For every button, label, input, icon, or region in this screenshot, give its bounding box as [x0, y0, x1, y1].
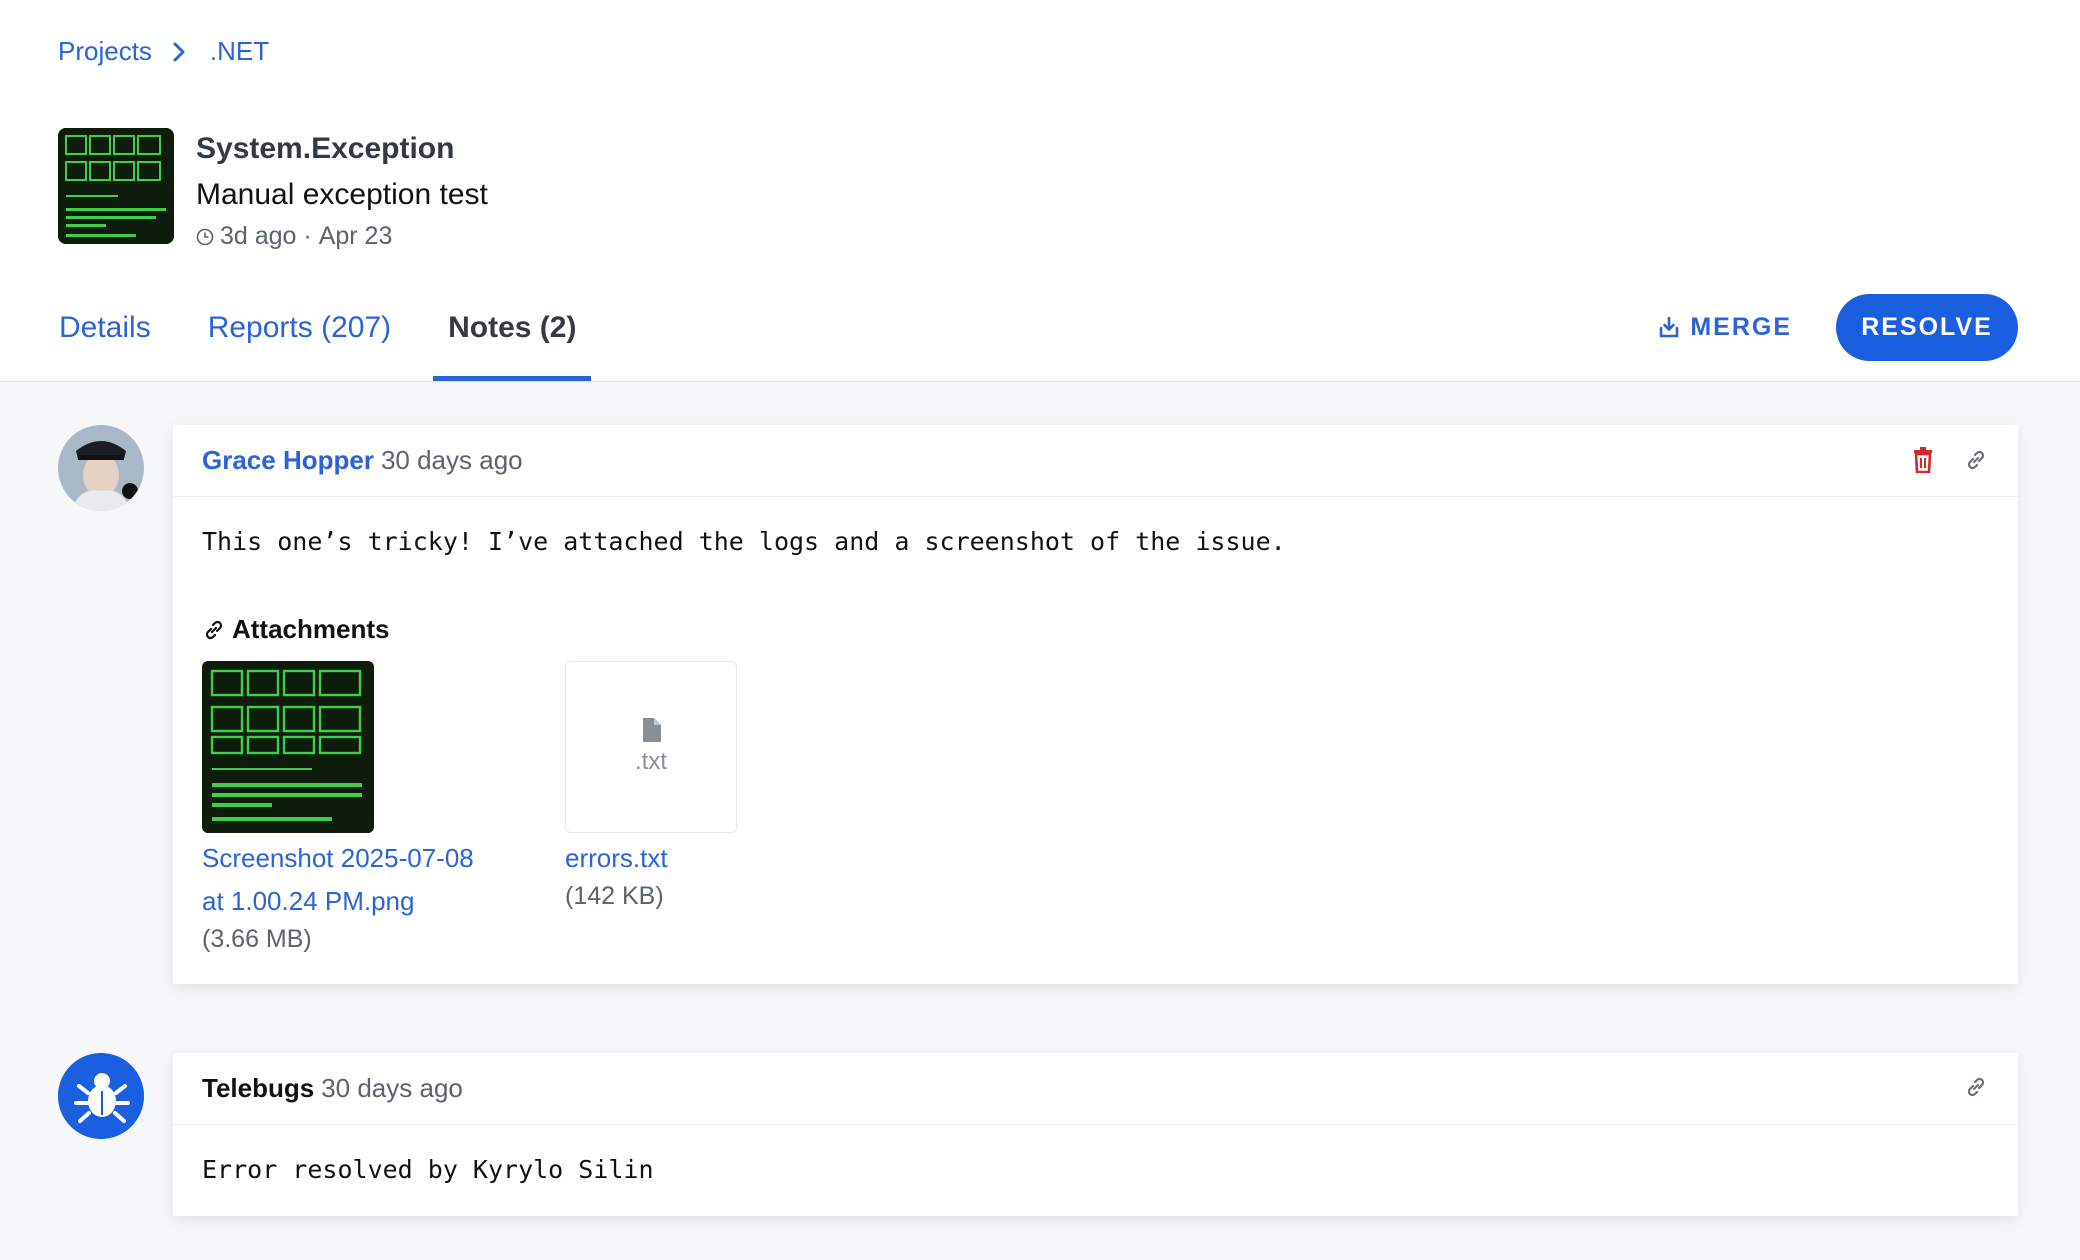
file-icon: [643, 718, 661, 742]
note-time: 30 days ago: [380, 445, 523, 475]
note-author-link[interactable]: Grace Hopper: [202, 445, 374, 476]
attachment-link[interactable]: errors.txt: [565, 837, 865, 880]
paperclip-icon: [205, 620, 223, 639]
link-icon[interactable]: [1964, 1075, 1988, 1099]
attachment-size: (142 KB): [565, 882, 664, 910]
note-author: Telebugs: [202, 1073, 315, 1103]
breadcrumb-project-link[interactable]: .NET: [210, 36, 269, 67]
note-card: Telebugs 30 days ago Error resolved by K…: [173, 1053, 2018, 1216]
error-message: Manual exception test: [196, 178, 488, 211]
note: Telebugs 30 days ago Error resolved by K…: [58, 1053, 2018, 1216]
attachment-item: Screenshot 2025-07-08 at 1.00.24 PM.png …: [202, 661, 502, 954]
note-text: Error resolved by Kyrylo Silin: [202, 1155, 654, 1184]
bug-icon: [58, 1053, 144, 1139]
link-icon[interactable]: [1964, 448, 1988, 472]
note-time: 30 days ago: [321, 1073, 463, 1103]
tab-notes[interactable]: Notes (2): [433, 303, 592, 381]
attachment-thumbnail[interactable]: [202, 661, 374, 833]
error-header: System.Exception Manual exception test 3…: [58, 128, 488, 251]
meta-separator: ·: [296, 222, 319, 250]
attachment-item: .txt errors.txt (142 KB): [565, 661, 865, 954]
tab-reports[interactable]: Reports (207): [193, 303, 406, 381]
project-logo: [58, 128, 174, 244]
error-date: Apr 23: [318, 222, 393, 250]
breadcrumb-projects-link[interactable]: Projects: [58, 36, 152, 67]
attachments-list: Screenshot 2025-07-08 at 1.00.24 PM.png …: [173, 645, 2018, 984]
error-actions: MERGE RESOLVE: [1658, 294, 2018, 361]
error-relative-time: 3d ago: [220, 222, 297, 250]
error-type: System.Exception: [196, 132, 455, 165]
attachment-file-box[interactable]: .txt: [565, 661, 737, 833]
merge-label: MERGE: [1690, 313, 1792, 341]
breadcrumb: Projects .NET: [58, 36, 269, 67]
clock-icon: [196, 228, 214, 245]
chevron-right-icon: [172, 42, 186, 62]
attachments-title: Attachments: [232, 614, 390, 644]
error-meta: 3d ago · Apr 23: [196, 222, 488, 251]
note-card: Grace Hopper 30 days ago This one’s tric…: [173, 425, 2018, 984]
attachment-link[interactable]: Screenshot 2025-07-08 at 1.00.24 PM.png: [202, 837, 502, 923]
resolve-button[interactable]: RESOLVE: [1836, 294, 2018, 361]
note: Grace Hopper 30 days ago This one’s tric…: [58, 425, 2018, 984]
attachment-size: (3.66 MB): [202, 925, 312, 953]
note-actions: [1934, 1075, 1988, 1099]
tab-bar: Details Reports (207) Notes (2): [44, 303, 618, 381]
tab-details[interactable]: Details: [44, 303, 166, 381]
avatar: [58, 1053, 144, 1139]
merge-button[interactable]: MERGE: [1658, 313, 1792, 342]
page-header: Projects .NET System.Exception Manual ex…: [0, 0, 2080, 382]
note-text: This one’s tricky! I’ve attached the log…: [202, 527, 1286, 556]
avatar: [58, 425, 144, 511]
error-info: System.Exception Manual exception test 3…: [196, 128, 488, 251]
trash-icon[interactable]: [1912, 447, 1934, 473]
merge-icon: [1660, 316, 1679, 337]
file-extension: .txt: [634, 748, 667, 775]
note-actions: [1882, 447, 1988, 473]
attachments-heading: Attachments: [173, 556, 2018, 645]
note-header: Telebugs 30 days ago: [173, 1053, 2018, 1125]
note-header: Grace Hopper 30 days ago: [173, 425, 2018, 497]
